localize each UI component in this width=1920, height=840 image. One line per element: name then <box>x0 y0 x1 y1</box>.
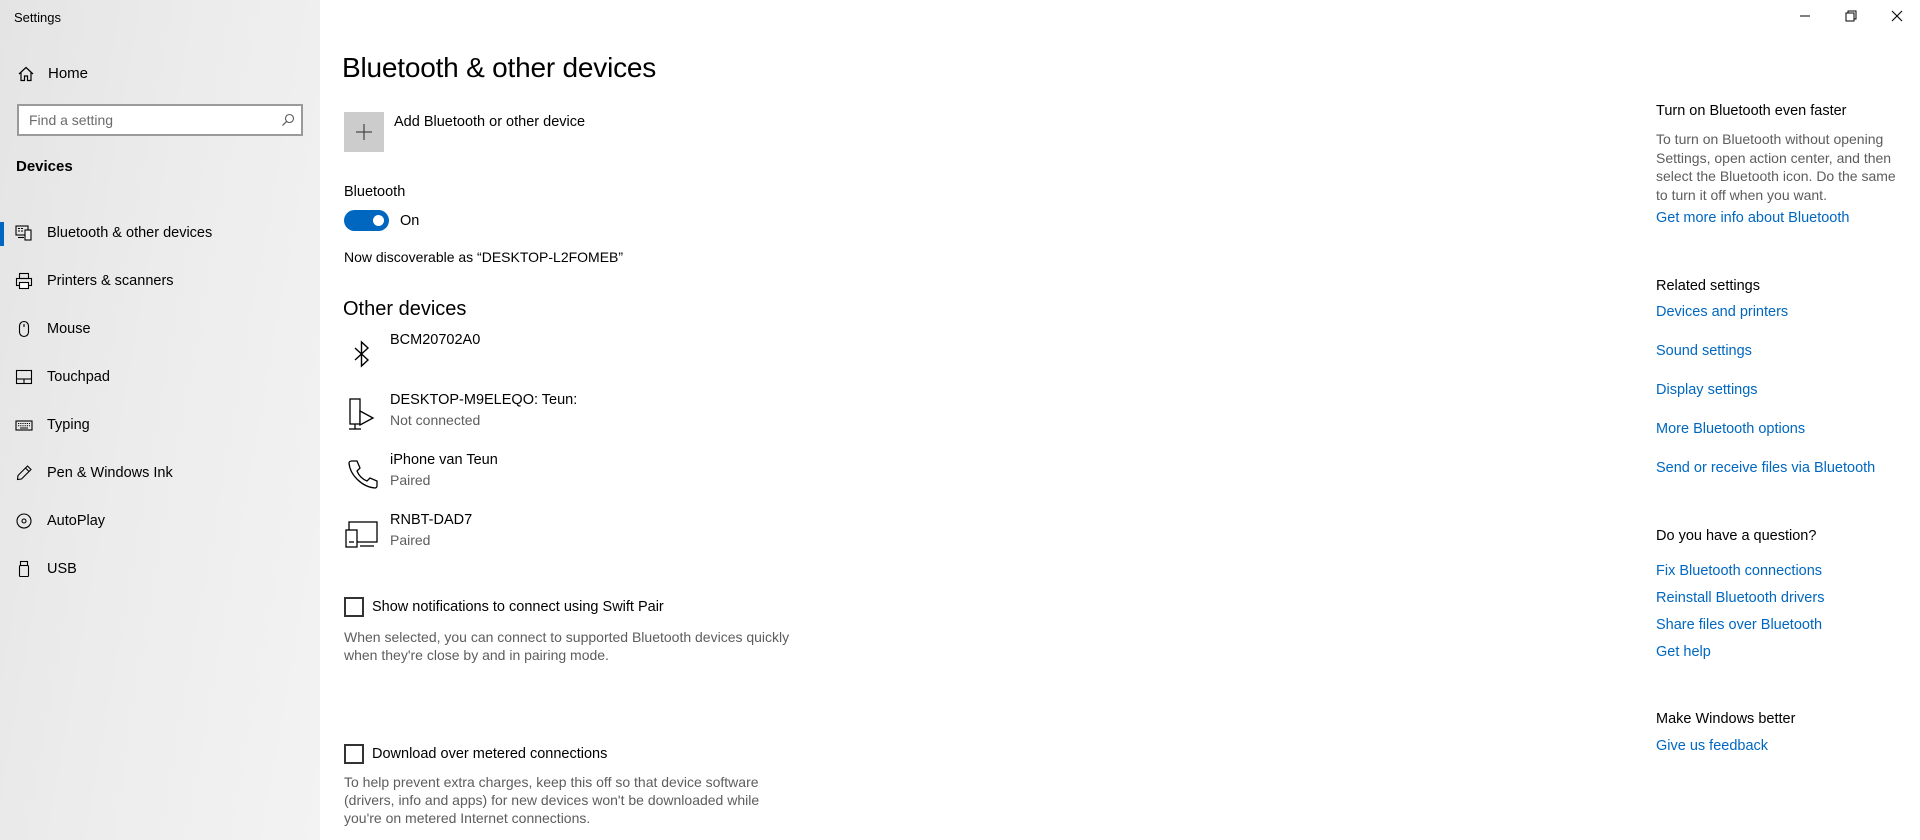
mouse-icon <box>18 320 30 338</box>
autoplay-icon <box>16 513 32 529</box>
add-device-tile[interactable] <box>344 112 384 152</box>
sidebar-item-label: Pen & Windows Ink <box>47 465 173 481</box>
swift-pair-desc-line: When selected, you can connect to suppor… <box>344 629 790 645</box>
device-status: Paired <box>390 532 431 548</box>
sidebar: Settings Home Devices Bluetooth & other … <box>0 0 320 840</box>
faster-text-line: Settings, open action center, and then <box>1656 149 1892 166</box>
minimize-button[interactable] <box>1782 0 1828 32</box>
question-heading: Do you have a question? <box>1656 528 1817 544</box>
touchpad-icon <box>15 369 33 385</box>
sidebar-item-pen[interactable]: Pen & Windows Ink <box>0 450 320 498</box>
sidebar-item-bluetooth[interactable]: Bluetooth & other devices <box>0 210 320 258</box>
sidebar-item-printers[interactable]: Printers & scanners <box>0 258 320 306</box>
close-button[interactable] <box>1874 0 1920 32</box>
reinstall-drivers-link[interactable]: Reinstall Bluetooth drivers <box>1656 590 1824 606</box>
search-input[interactable] <box>19 106 301 134</box>
media-device-icon <box>349 398 375 430</box>
more-bluetooth-options-link[interactable]: More Bluetooth options <box>1656 421 1805 437</box>
bluetooth-label: Bluetooth <box>344 184 406 200</box>
sidebar-item-label: Bluetooth & other devices <box>47 225 213 241</box>
share-files-link[interactable]: Share files over Bluetooth <box>1656 617 1822 633</box>
devices-section-heading: Devices <box>16 158 73 175</box>
sidebar-nav: Bluetooth & other devices Printers & sca… <box>0 210 320 594</box>
sidebar-item-label: USB <box>47 561 77 577</box>
fix-connections-link[interactable]: Fix Bluetooth connections <box>1656 563 1822 579</box>
sound-settings-link[interactable]: Sound settings <box>1656 343 1752 359</box>
minimize-icon <box>1800 15 1810 17</box>
home-label: Home <box>48 65 89 82</box>
app-title: Settings <box>14 10 61 25</box>
sidebar-item-mouse[interactable]: Mouse <box>0 306 320 354</box>
sidebar-item-label: Touchpad <box>47 369 110 385</box>
metered-desc-line: (drivers, info and apps) for new devices… <box>344 792 760 808</box>
faster-heading: Turn on Bluetooth even faster <box>1656 103 1847 119</box>
swift-pair-checkbox[interactable] <box>344 597 364 617</box>
sidebar-item-label: Mouse <box>47 321 91 337</box>
pen-icon <box>16 465 32 481</box>
metered-label: Download over metered connections <box>372 746 608 762</box>
bluetooth-toggle[interactable] <box>344 210 389 231</box>
swift-pair-label: Show notifications to connect using Swif… <box>372 599 664 615</box>
bluetooth-icon <box>354 340 370 368</box>
faster-text-line: select the Bluetooth icon. Do the same <box>1656 168 1896 184</box>
close-icon <box>1891 10 1903 22</box>
add-device-button[interactable]: Add Bluetooth or other device <box>344 112 644 152</box>
device-name: iPhone van Teun <box>390 452 498 468</box>
sidebar-item-autoplay[interactable]: AutoPlay <box>0 498 320 546</box>
printer-icon <box>15 272 33 290</box>
phone-icon <box>348 460 378 489</box>
sidebar-item-label: AutoPlay <box>47 513 106 529</box>
restore-icon <box>1845 10 1857 22</box>
usb-icon <box>18 560 30 578</box>
metered-checkbox[interactable] <box>344 744 364 764</box>
keyboard-icon <box>15 420 33 431</box>
display-settings-link[interactable]: Display settings <box>1656 382 1758 398</box>
discoverable-text: Now discoverable as “DESKTOP-L2FOMEB” <box>344 249 624 265</box>
sidebar-item-label: Printers & scanners <box>47 273 174 289</box>
faster-text: To turn on Bluetooth without opening Set… <box>1656 130 1906 204</box>
make-windows-better-heading: Make Windows better <box>1656 711 1796 727</box>
send-receive-files-link[interactable]: Send or receive files via Bluetooth <box>1656 460 1875 476</box>
give-feedback-link[interactable]: Give us feedback <box>1656 738 1768 754</box>
device-status: Paired <box>390 472 431 488</box>
get-help-link[interactable]: Get help <box>1656 644 1711 660</box>
metered-description: To help prevent extra charges, keep this… <box>344 773 814 827</box>
swift-pair-desc-line: when they're close by and in pairing mod… <box>344 647 609 663</box>
sidebar-item-typing[interactable]: Typing <box>0 402 320 450</box>
faster-text-line: To turn on Bluetooth without opening <box>1656 131 1884 147</box>
toggle-knob <box>373 215 384 226</box>
bluetooth-toggle-state: On <box>400 213 420 229</box>
device-item[interactable]: DESKTOP-M9ELEQO: Teun: Not connected <box>344 392 764 442</box>
search-icon[interactable] <box>281 113 295 127</box>
related-settings-heading: Related settings <box>1656 278 1760 294</box>
sidebar-item-usb[interactable]: USB <box>0 546 320 594</box>
faster-text-line: to turn it off when you want. <box>1656 186 1827 203</box>
device-name: DESKTOP-M9ELEQO: Teun: <box>390 392 578 408</box>
device-name: BCM20702A0 <box>390 332 481 348</box>
home-nav-item[interactable]: Home <box>0 60 320 86</box>
devices-icon <box>345 521 378 548</box>
device-status: Not connected <box>390 412 481 428</box>
swift-pair-description: When selected, you can connect to suppor… <box>344 628 814 664</box>
swift-pair-checkbox-row[interactable]: Show notifications to connect using Swif… <box>344 597 844 619</box>
plus-icon <box>356 124 372 140</box>
bluetooth-devices-icon <box>15 225 32 241</box>
metered-checkbox-row[interactable]: Download over metered connections <box>344 744 844 766</box>
device-name: RNBT-DAD7 <box>390 512 473 528</box>
search-box[interactable] <box>17 104 303 136</box>
metered-desc-line: you're on metered Internet connections. <box>344 810 591 826</box>
sidebar-item-touchpad[interactable]: Touchpad <box>0 354 320 402</box>
restore-button[interactable] <box>1828 0 1874 32</box>
device-item[interactable]: BCM20702A0 <box>344 332 764 382</box>
other-devices-heading: Other devices <box>343 298 467 320</box>
sidebar-item-label: Typing <box>47 417 90 433</box>
page-title: Bluetooth & other devices <box>342 52 657 83</box>
device-item[interactable]: RNBT-DAD7 Paired <box>344 512 764 562</box>
home-icon <box>18 66 34 82</box>
device-item[interactable]: iPhone van Teun Paired <box>344 452 764 502</box>
more-info-link[interactable]: Get more info about Bluetooth <box>1656 210 1849 226</box>
add-device-label: Add Bluetooth or other device <box>394 114 586 130</box>
metered-desc-line: To help prevent extra charges, keep this… <box>344 774 759 790</box>
devices-printers-link[interactable]: Devices and printers <box>1656 304 1788 320</box>
